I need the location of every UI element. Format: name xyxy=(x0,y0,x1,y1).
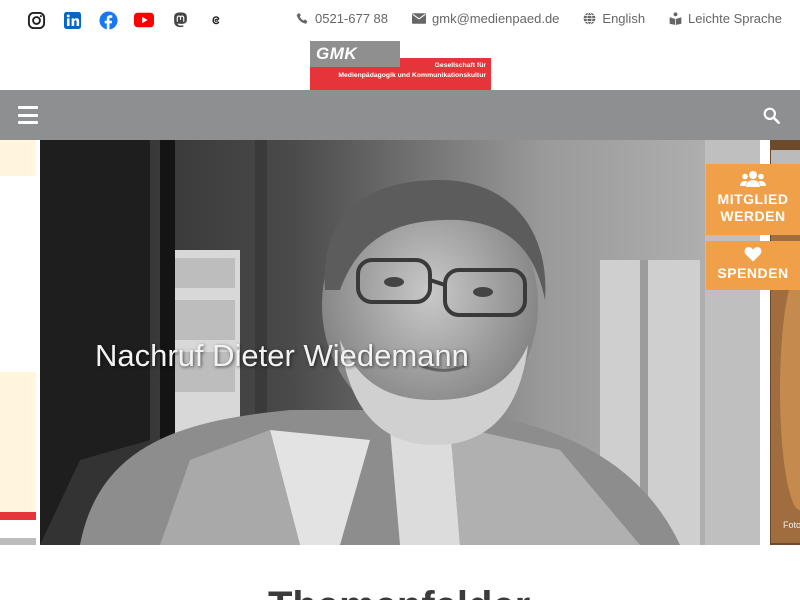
language-english-link[interactable]: English xyxy=(583,11,645,26)
section-heading: Themenfelder xyxy=(268,584,530,600)
email-address: gmk@medienpaed.de xyxy=(432,11,560,26)
donate-button[interactable]: SPENDEN xyxy=(706,241,800,290)
instagram-icon[interactable] xyxy=(26,10,46,30)
phone-link[interactable]: 0521-677 88 xyxy=(296,11,388,26)
logo-line-2: Medienpädagogik und Kommunikationskultur xyxy=(338,72,486,79)
social-links xyxy=(26,10,242,30)
gmk-logo[interactable]: Gesellschaft für Medienpädagogik und Kom… xyxy=(310,41,491,90)
phone-number: 0521-677 88 xyxy=(315,11,389,26)
logo-abbreviation: GMK xyxy=(316,44,358,63)
logo-line-1: Gesellschaft für xyxy=(434,62,486,69)
photo-credit: Foto xyxy=(783,520,800,530)
threads-icon[interactable] xyxy=(206,10,226,30)
linkedin-icon[interactable] xyxy=(62,10,82,30)
donate-label: SPENDEN xyxy=(717,265,789,281)
logo-grey-box: GMK xyxy=(310,41,400,67)
current-slide[interactable]: Nachruf Dieter Wiedemann xyxy=(40,140,760,545)
youtube-icon[interactable] xyxy=(134,10,154,30)
member-label-line-1: MITGLIED xyxy=(717,191,789,207)
top-bar: 0521-677 88 gmk@medienpaed.de English Le… xyxy=(0,0,800,40)
slide-title[interactable]: Nachruf Dieter Wiedemann xyxy=(95,338,469,374)
easy-language-label: Leichte Sprache xyxy=(688,11,782,26)
easy-language-link[interactable]: Leichte Sprache xyxy=(669,11,782,26)
email-link[interactable]: gmk@medienpaed.de xyxy=(412,11,559,26)
users-icon xyxy=(740,171,766,187)
language-label: English xyxy=(602,11,646,26)
heart-icon xyxy=(744,247,762,262)
hero-slider: Nachruf Dieter Wiedemann Foto xyxy=(0,140,800,545)
contact-links: 0521-677 88 gmk@medienpaed.de English Le… xyxy=(272,11,782,26)
main-navigation-bar xyxy=(0,90,800,140)
member-label-line-2: WERDEN xyxy=(720,208,786,224)
phone-icon xyxy=(296,12,308,24)
envelope-icon xyxy=(412,13,427,24)
facebook-icon[interactable] xyxy=(98,10,118,30)
search-icon[interactable] xyxy=(763,107,780,129)
previous-slide[interactable] xyxy=(0,140,36,545)
become-member-button[interactable]: MITGLIED WERDEN xyxy=(706,164,800,235)
globe-icon xyxy=(584,12,596,25)
mastodon-icon[interactable] xyxy=(170,10,190,30)
easy-language-icon xyxy=(669,12,682,25)
hamburger-menu-icon[interactable] xyxy=(18,106,38,124)
